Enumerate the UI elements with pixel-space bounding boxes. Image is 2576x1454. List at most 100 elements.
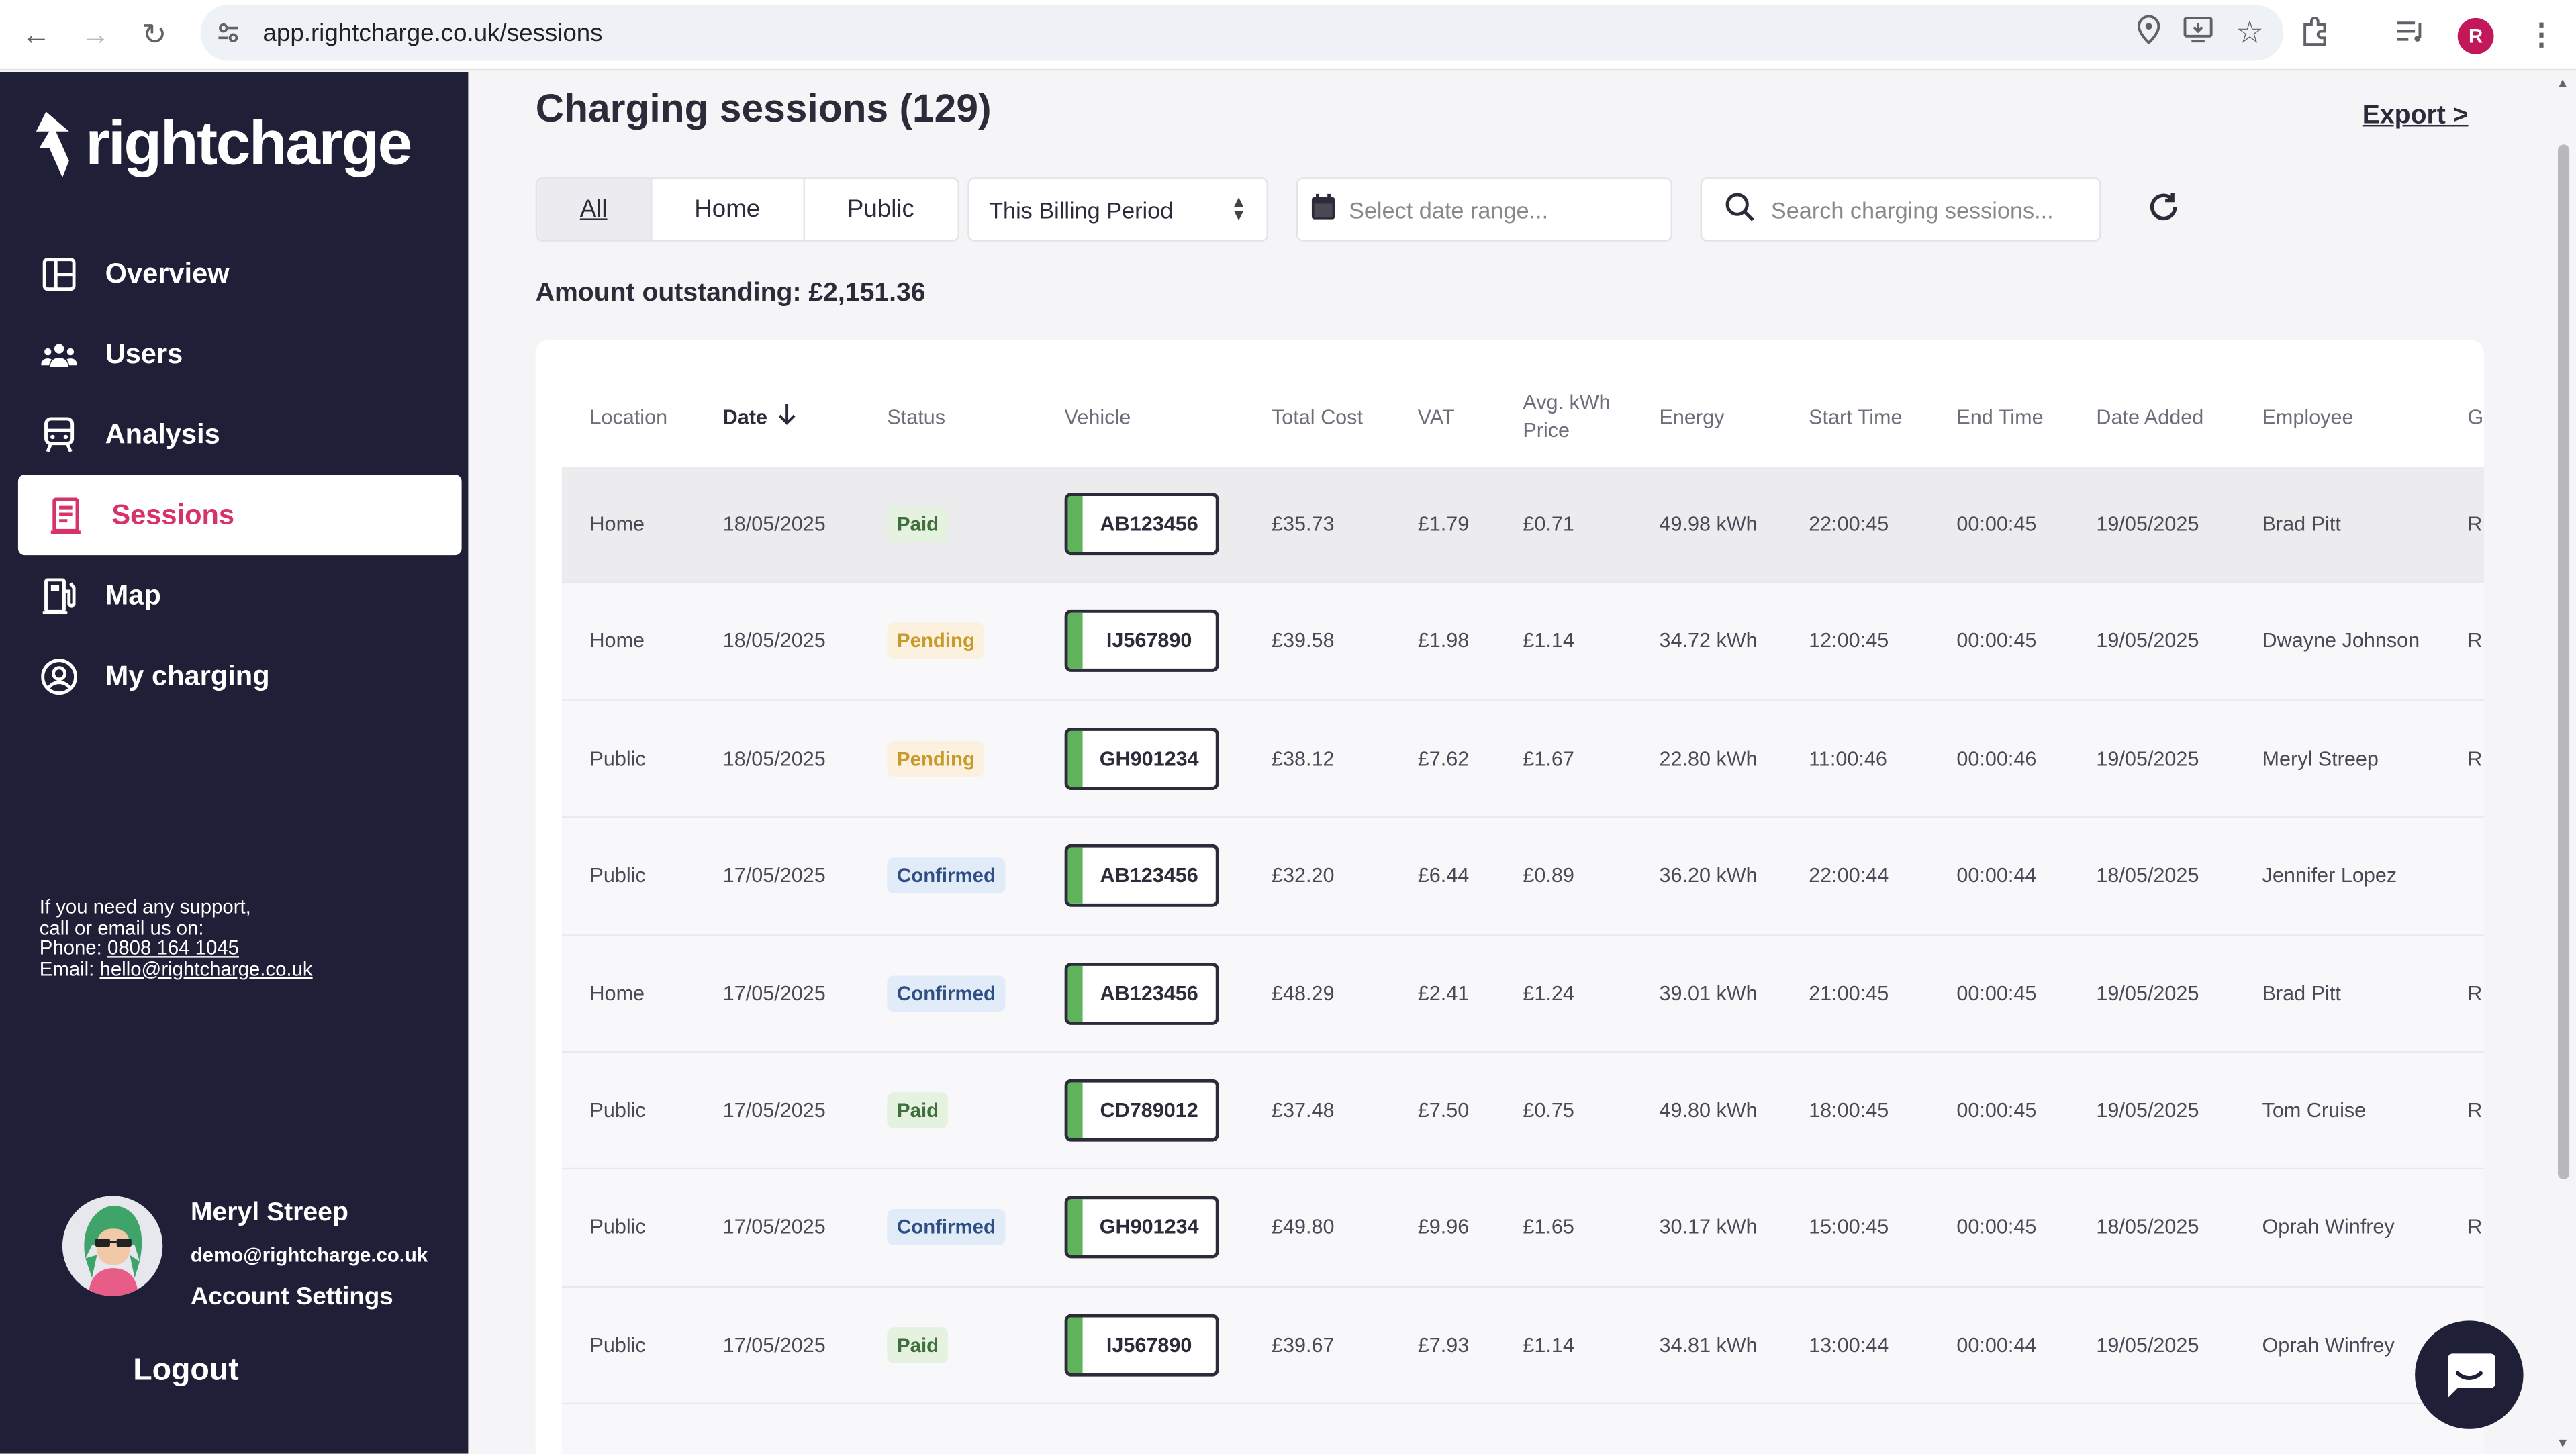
cell-date: 17/05/2025 [722,1333,826,1357]
cell-vehicle[interactable]: AB123456 [1064,818,1219,933]
vehicle-plate[interactable]: GH901234 [1064,1196,1219,1259]
chat-support-button[interactable] [2415,1320,2524,1429]
account-settings-link[interactable]: Account Settings [191,1283,428,1311]
column-header-date[interactable]: Date [723,370,797,465]
sidebar-item-my-charging[interactable]: My charging [18,636,462,716]
support-phone-link[interactable]: 0808 164 1045 [107,936,239,959]
cell-date-added: 19/05/2025 [2096,512,2199,536]
bookmark-star-icon[interactable]: ☆ [2236,14,2264,52]
sidebar-item-analysis[interactable]: Analysis [18,394,462,475]
cell-vehicle[interactable]: CD789012 [1064,1053,1219,1167]
column-header-avg-price[interactable]: Avg. kWh Price [1523,370,1610,465]
table-row[interactable]: Home 18/05/2025 Pending IJ567890 £39.58 £1.98… [561,583,2484,701]
address-bar[interactable]: app.rightcharge.co.uk/sessions ☆ [200,5,2284,61]
table-row[interactable]: Public 17/05/2025 Confirmed AB123456 £32.20 £… [561,818,2484,936]
table-row[interactable]: Public 18/05/2025 Pending GH901234 £38.12 £7.… [561,701,2484,819]
vehicle-plate[interactable]: GH901234 [1064,727,1219,790]
export-link[interactable]: Export > [2363,102,2469,132]
user-card: Meryl Streep demo@rightcharge.co.uk Acco… [62,1196,428,1311]
cell-vehicle[interactable]: IJ567890 [1064,1288,1219,1402]
cell-date-added: 18/05/2025 [2096,1216,2199,1239]
url-text[interactable]: app.rightcharge.co.uk/sessions [263,19,603,47]
install-app-icon[interactable] [2183,15,2213,50]
cell-location: Home [589,630,645,653]
vehicle-plate[interactable]: AB123456 [1064,844,1219,908]
back-arrow-icon[interactable]: ← [7,5,66,64]
period-select[interactable]: This Billing Period ▲ ▼ [967,177,1269,242]
date-range-input[interactable]: Select date range... [1296,177,1673,242]
media-controls-icon[interactable] [2395,18,2425,52]
filter-home-button[interactable]: Home [652,179,805,240]
sidebar-item-sessions[interactable]: Sessions [17,475,462,556]
sidebar-item-label: My charging [105,659,270,691]
column-header-employee[interactable]: Employee [2262,370,2354,465]
cell-start-time: 12:00:45 [1809,630,1889,653]
location-pin-icon[interactable] [2137,14,2160,52]
chrome-menu-icon[interactable]: ⋮ [2526,18,2556,52]
filter-all-button[interactable]: All [537,179,652,240]
vehicle-plate[interactable]: IJ567890 [1064,1313,1219,1376]
cell-truncated: Re [2467,1216,2483,1239]
cell-vehicle[interactable]: GH901234 [1064,701,1219,816]
table-row-partial[interactable] [561,1404,2484,1454]
page-scrollbar[interactable]: ▲ ▼ [2551,72,2576,1454]
cell-vat: £6.44 [1417,864,1470,887]
cell-status: Paid [887,467,949,581]
table-row[interactable]: Public 17/05/2025 Confirmed GH901234 £49.80 £… [561,1170,2484,1288]
reload-icon[interactable]: ↻ [125,5,184,64]
vehicle-plate[interactable]: IJ567890 [1064,610,1219,673]
profile-avatar[interactable]: R [2457,17,2494,54]
plate-strip [1067,848,1083,904]
column-header-energy[interactable]: Energy [1659,370,1724,465]
vehicle-plate[interactable]: CD789012 [1064,1079,1219,1142]
vehicle-registration: GH901234 [1099,746,1199,771]
table-row[interactable]: Public 17/05/2025 Paid IJ567890 £39.67 £7.93 £… [561,1287,2484,1405]
plate-strip [1067,730,1083,787]
column-header-truncated[interactable]: G [2467,370,2482,465]
column-header-status[interactable]: Status [887,370,945,465]
analysis-icon [41,416,77,452]
scrollbar-thumb[interactable] [2557,144,2570,1179]
vehicle-plate[interactable]: AB123456 [1064,961,1219,1024]
scroll-down-arrow-icon[interactable]: ▼ [2557,1436,2569,1451]
filter-public-button[interactable]: Public [804,179,957,240]
forward-arrow-icon[interactable]: → [66,5,125,64]
table-row[interactable]: Public 17/05/2025 Paid CD789012 £37.48 £7.50 £… [561,1053,2484,1171]
sidebar-item-map[interactable]: Map [18,555,462,636]
table-row[interactable]: Home 17/05/2025 Confirmed AB123456 £48.29 £2.… [561,935,2484,1053]
cell-energy: 30.17 kWh [1659,1216,1758,1239]
extensions-icon[interactable] [2300,16,2330,54]
layout-icon [41,256,77,292]
search-input[interactable]: Search charging sessions... [1700,177,2101,242]
cell-location: Home [589,512,645,536]
vehicle-registration: AB123456 [1100,512,1198,536]
brand-logo[interactable]: rightcharge [33,109,412,181]
plate-strip [1067,1316,1083,1373]
site-settings-icon[interactable] [201,19,256,46]
column-header-total-cost[interactable]: Total Cost [1272,370,1363,465]
support-email-link[interactable]: hello@rightcharge.co.uk [100,957,313,979]
vehicle-plate[interactable]: AB123456 [1064,493,1219,556]
cell-vehicle[interactable]: IJ567890 [1064,584,1219,699]
refresh-icon[interactable] [2144,187,2183,227]
cell-vehicle[interactable]: AB123456 [1064,936,1219,1051]
status-badge: Paid [887,1092,949,1128]
cell-vehicle[interactable]: AB123456 [1064,467,1219,581]
column-header-location[interactable]: Location [589,370,667,465]
sidebar-item-overview[interactable]: Overview [18,233,462,313]
sidebar-item-users[interactable]: Users [18,313,462,394]
column-header-end-time[interactable]: End Time [1956,370,2043,465]
cell-energy: 34.72 kWh [1659,630,1758,653]
plate-strip [1067,965,1083,1021]
column-header-vehicle[interactable]: Vehicle [1065,370,1131,465]
table-row[interactable]: Home 18/05/2025 Paid AB123456 £35.73 £1.79 £0.… [561,466,2484,584]
user-circle-icon [41,658,78,694]
cell-vehicle[interactable]: GH901234 [1064,1170,1219,1285]
column-header-date-added[interactable]: Date Added [2096,370,2203,465]
scroll-up-arrow-icon[interactable]: ▲ [2557,76,2569,91]
table-body: Home 18/05/2025 Paid AB123456 £35.73 £1.79 £0.… [561,466,2484,1454]
cell-truncated: Re [2467,746,2483,771]
column-header-vat[interactable]: VAT [1418,370,1455,465]
column-header-start-time[interactable]: Start Time [1809,370,1902,465]
logout-button[interactable]: Logout [133,1353,238,1390]
